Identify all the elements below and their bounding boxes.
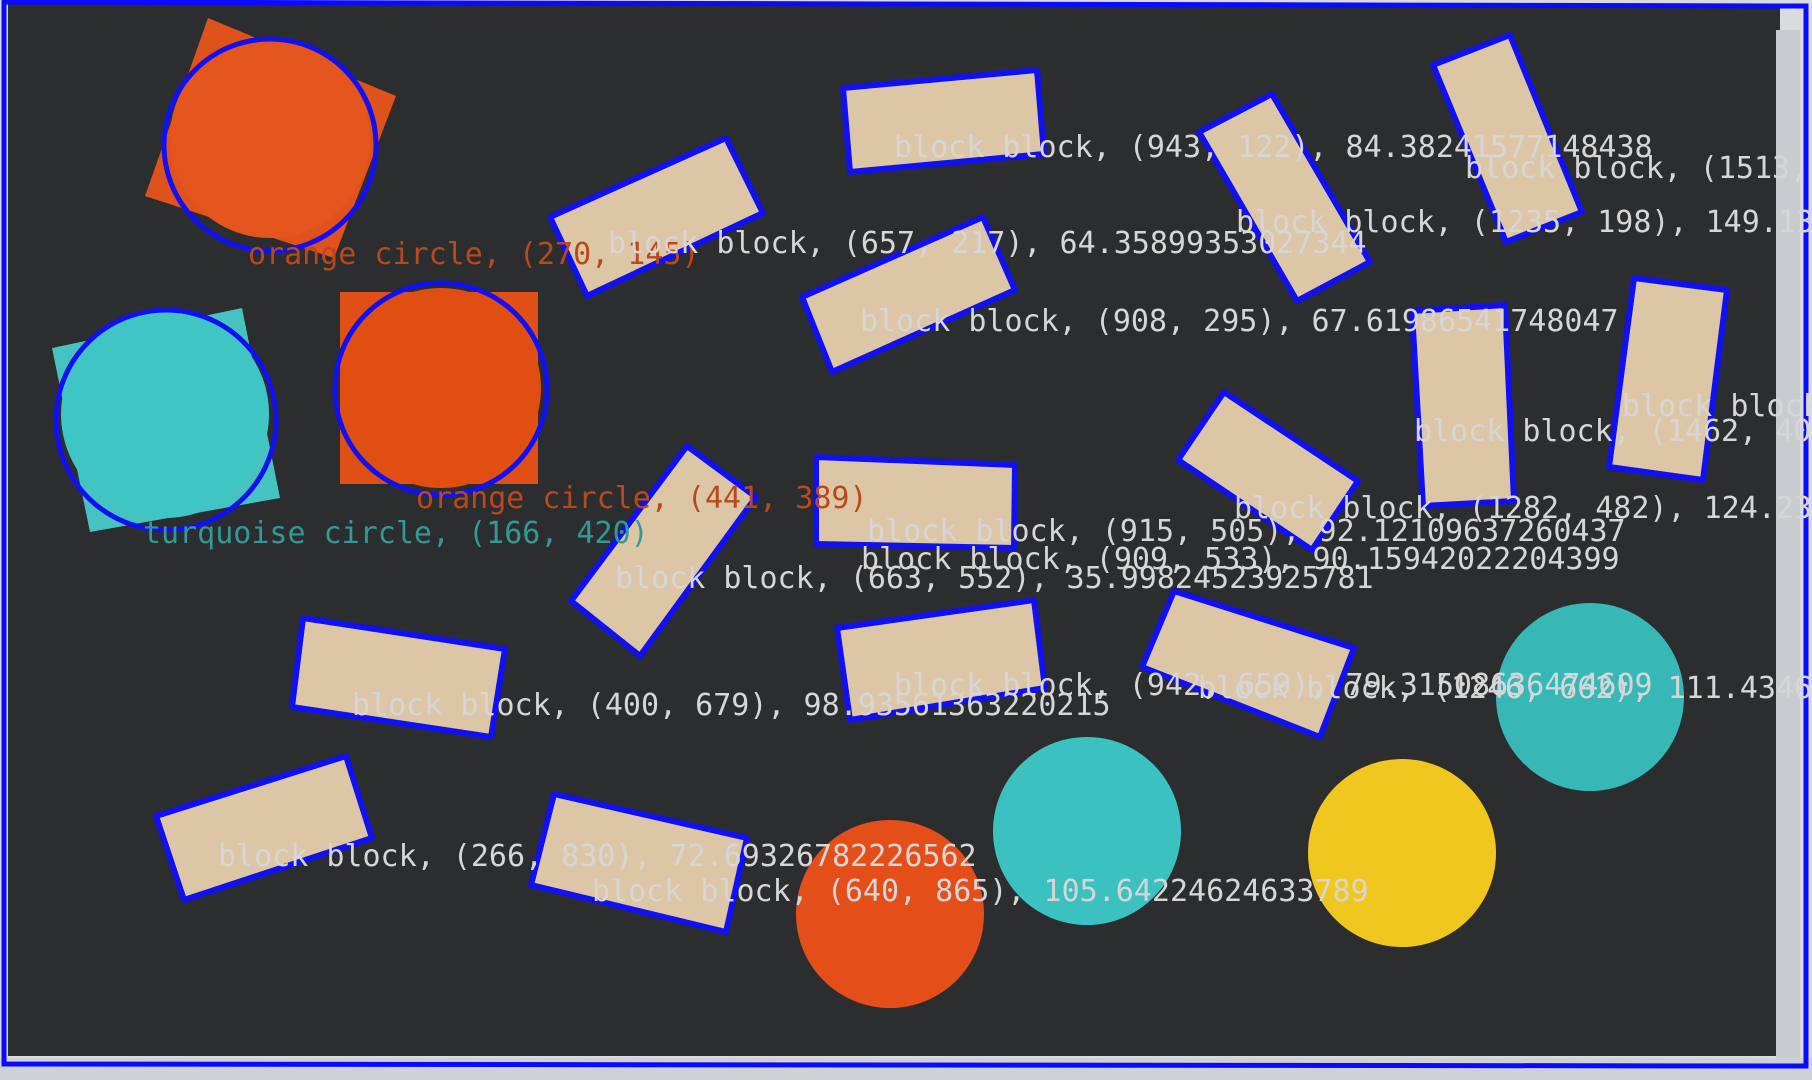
label-block: block block, (640, 865), 105.64224624633… bbox=[592, 874, 1369, 909]
label-block: block block, (1513, 1 bbox=[1465, 151, 1812, 186]
annotated-photo: orange circle, (270, 145) orange circle,… bbox=[0, 0, 1812, 1080]
label-turquoise-circle: turquoise circle, (166, 420) bbox=[143, 516, 649, 551]
yellow-disc bbox=[1308, 759, 1496, 947]
orange-disc bbox=[341, 288, 541, 488]
label-block: block block, (663, 552), 35.998245239257… bbox=[615, 561, 1374, 596]
label-block: block block, (1462, 405) bbox=[1414, 414, 1812, 449]
label-orange-circle-2: orange circle, (441, 389) bbox=[416, 481, 868, 516]
board-bottom-edge bbox=[0, 1058, 1812, 1080]
label-block: block block, (1235, 198), 149.1331 bbox=[1236, 205, 1812, 240]
label-block: block block, (908, 295), 67.619865417480… bbox=[860, 304, 1619, 339]
label-block: block block, (400, 679), 98.935613632202… bbox=[352, 688, 1111, 723]
label-block: block block, (266, 830), 72.693267822265… bbox=[218, 839, 977, 874]
label-block: block block, (1246, 662), 111.434602 bbox=[1198, 671, 1812, 706]
